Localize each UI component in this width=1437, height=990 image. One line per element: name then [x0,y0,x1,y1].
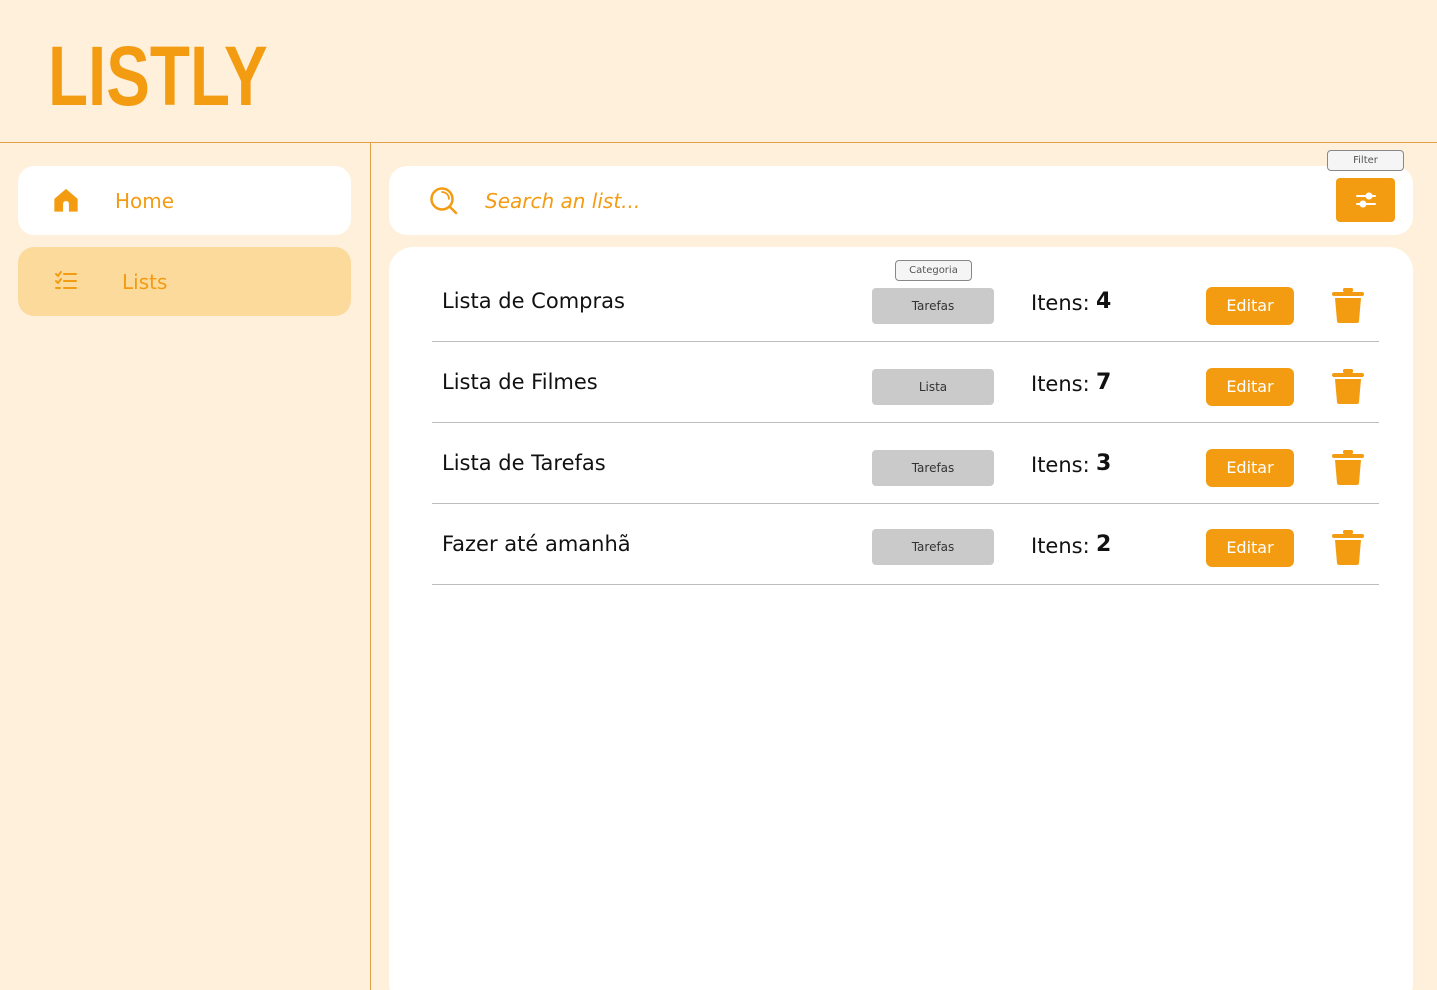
sidebar-divider [370,143,371,990]
app-header: LISTLY [0,0,1437,143]
search-bar [389,166,1413,235]
items-label: Itens: [1031,534,1090,558]
category-chip[interactable]: Tarefas [872,450,994,486]
items-count: 7 [1096,370,1112,395]
list-name[interactable]: Fazer até amanhã [442,532,631,556]
trash-icon[interactable] [1330,287,1366,323]
list-name[interactable]: Lista de Compras [442,289,625,313]
category-chip[interactable]: Tarefas [872,288,994,324]
filter-button[interactable] [1336,178,1395,222]
list-row: Fazer até amanhã Tarefas Itens: 2 Editar [432,504,1379,585]
items-label: Itens: [1031,453,1090,477]
trash-icon[interactable] [1330,449,1366,485]
category-chip[interactable]: Tarefas [872,529,994,565]
list-name[interactable]: Lista de Filmes [442,370,598,394]
list-row: Lista de Compras Tarefas Itens: 4 Editar [432,261,1379,342]
items-count: 2 [1096,532,1112,557]
sidebar-item-lists[interactable]: Lists [18,247,351,316]
filter-tooltip: Filter [1327,150,1404,171]
list-name[interactable]: Lista de Tarefas [442,451,606,475]
app-logo: LISTLY [48,29,268,123]
list-row: Lista de Filmes Lista Itens: 7 Editar [432,342,1379,423]
edit-button[interactable]: Editar [1206,449,1294,487]
checklist-icon [52,267,80,295]
items-count: 4 [1096,289,1112,314]
edit-button[interactable]: Editar [1206,529,1294,567]
sliders-icon [1354,188,1378,212]
sidebar-item-label: Lists [122,269,168,294]
trash-icon[interactable] [1330,368,1366,404]
items-label: Itens: [1031,372,1090,396]
sidebar-item-label: Home [115,188,175,213]
home-icon [52,186,80,214]
edit-button[interactable]: Editar [1206,368,1294,406]
sidebar-item-home[interactable]: Home [18,166,351,235]
trash-icon[interactable] [1330,529,1366,565]
search-input[interactable] [485,184,1185,218]
category-chip[interactable]: Lista [872,369,994,405]
edit-button[interactable]: Editar [1206,287,1294,325]
items-label: Itens: [1031,291,1090,315]
list-row: Lista de Tarefas Tarefas Itens: 3 Editar [432,423,1379,504]
items-count: 3 [1096,451,1112,476]
lists-panel: Categoria Lista de Compras Tarefas Itens… [389,247,1413,990]
search-icon [429,186,459,216]
